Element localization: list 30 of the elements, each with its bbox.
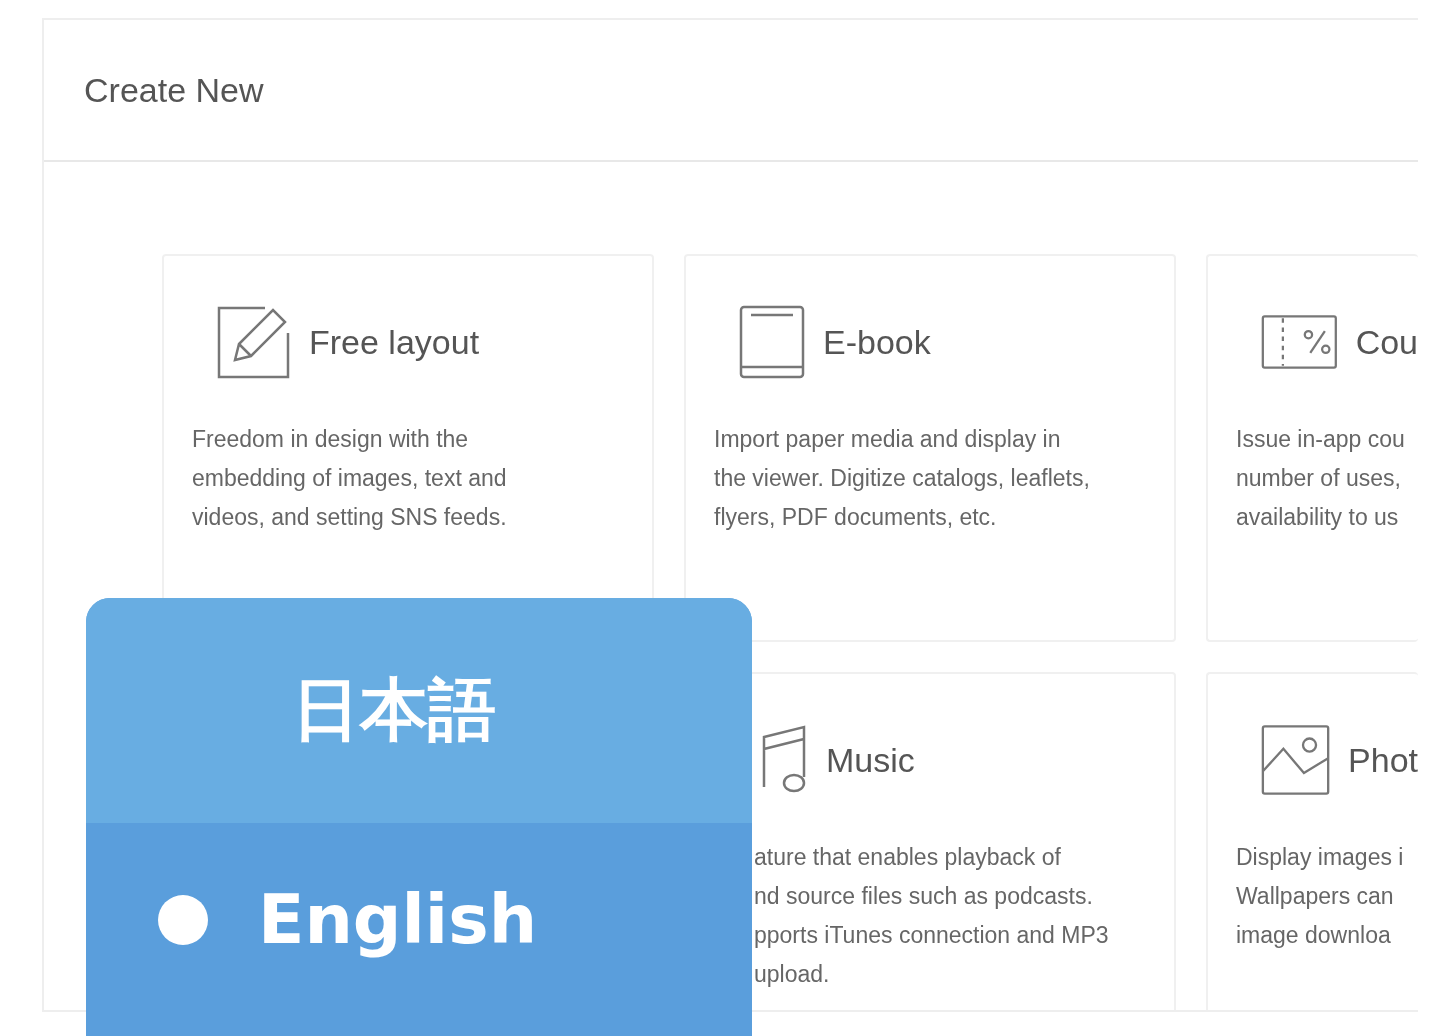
card-description-line: pports iTunes connection and MP3: [754, 921, 1109, 950]
card-description-line: flyers, PDF documents, etc.: [714, 503, 997, 532]
card[interactable]: E-book Import paper media and display in the viewer. Digitize catalogs, leaflets, flyers, PDF documents, etc.: [684, 254, 1176, 642]
card[interactable]: Phot Display images i Wallpapers can image downloa: [1206, 672, 1418, 1010]
card[interactable]: Cou Issue in-app cou number of uses, availability to us: [1206, 254, 1418, 642]
image-icon: [1261, 722, 1331, 798]
card-title: Music: [826, 740, 915, 780]
card-title: Cou: [1355, 322, 1418, 362]
card-description-line: embedding of images, text and: [192, 464, 507, 493]
card-title: E-book: [823, 322, 931, 362]
card-description-line: Issue in-app cou: [1236, 425, 1405, 454]
card-description-line: image downloa: [1236, 921, 1391, 950]
card-description-line: the viewer. Digitize catalogs, leaflets,: [714, 464, 1090, 493]
card-description-line: upload.: [754, 960, 830, 989]
card-description-line: videos, and setting SNS feeds.: [192, 503, 507, 532]
card-description-line: number of uses,: [1236, 464, 1401, 493]
card-description-line: Display images i: [1236, 843, 1404, 872]
card-description-line: ature that enables playback of: [754, 843, 1061, 872]
card-description-line: Wallpapers can: [1236, 882, 1394, 911]
card-description-line: Freedom in design with the: [192, 425, 469, 454]
pencil-square-icon: [217, 305, 291, 379]
book-icon: [739, 305, 805, 379]
coupon-icon: [1261, 312, 1338, 372]
card-title: Free layout: [309, 322, 480, 362]
card-description-line: Import paper media and display in: [714, 425, 1061, 454]
selected-dot-icon: [158, 894, 208, 945]
card-description-line: availability to us: [1236, 503, 1399, 532]
panel-title: Create New: [84, 70, 264, 110]
card-description-line: nd source files such as podcasts.: [754, 882, 1093, 911]
card-title: Phot: [1348, 740, 1418, 780]
